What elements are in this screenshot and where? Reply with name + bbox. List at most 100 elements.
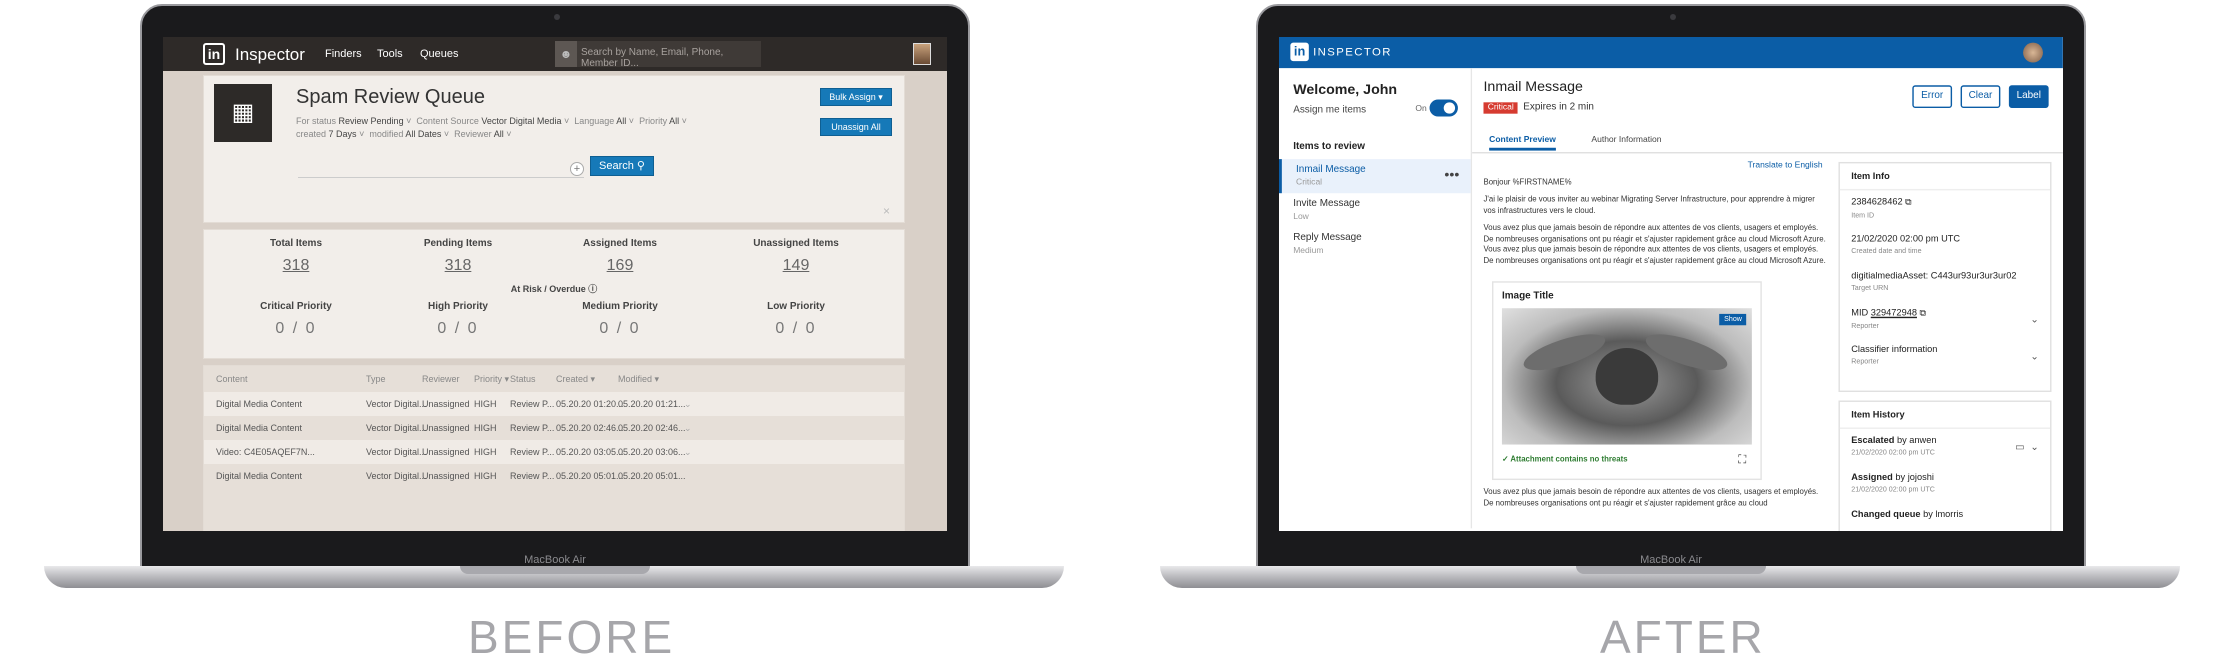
history-user[interactable]: anwen: [1909, 436, 1936, 446]
field-value: 21/02/2020 02:00 pm UTC: [1851, 234, 1961, 245]
cell-created: 05.20.20 05:01...: [556, 471, 624, 481]
app-title: Inspector: [235, 45, 305, 64]
stat-value[interactable]: 318: [226, 257, 366, 275]
nav-finders[interactable]: Finders: [325, 48, 362, 60]
col-priority-label: Priority: [474, 374, 503, 384]
priority-label: Critical Priority: [260, 301, 332, 312]
more-options-icon[interactable]: •••: [1444, 168, 1459, 184]
stat-value[interactable]: 318: [388, 257, 528, 275]
bulk-assign-button[interactable]: Bulk Assign ▾: [820, 88, 892, 106]
filter-created[interactable]: 7 Days: [329, 129, 357, 139]
col-type[interactable]: Type: [366, 374, 386, 384]
nav-queues[interactable]: Queues: [420, 48, 459, 60]
query-input[interactable]: [298, 158, 584, 178]
top-bar: in Inspector Finders Tools Queues ☻ Sear…: [163, 37, 947, 71]
chevron-down-icon[interactable]: ⌄: [684, 423, 692, 434]
close-icon[interactable]: ×: [883, 204, 890, 218]
filter-label: Priority: [639, 116, 668, 126]
stat-value[interactable]: 149: [726, 257, 866, 275]
review-item-priority: Low: [1293, 213, 1309, 222]
filter-language[interactable]: All: [616, 116, 626, 126]
review-item-title: Invite Message: [1293, 198, 1361, 209]
search-input[interactable]: Search by Name, Email, Phone, Member ID.…: [581, 47, 761, 69]
cell-type: Vector Digital...: [366, 471, 427, 481]
user-filter-icon[interactable]: ☻: [555, 41, 577, 67]
filter-status[interactable]: Review Pending: [339, 116, 404, 126]
chevron-down-icon[interactable]: ⌄: [684, 399, 692, 410]
chevron-down-icon[interactable]: ⌄: [2030, 314, 2038, 325]
priority-critical: Critical Priority 0 / 0: [226, 301, 366, 338]
app-title: INSPECTOR: [1313, 45, 1392, 59]
cell-status: Review P...: [510, 399, 555, 409]
filter-label: created: [296, 129, 327, 139]
priority-value: 0 / 0: [775, 320, 817, 337]
unassign-all-button[interactable]: Unassign All: [820, 118, 892, 136]
reporter-link[interactable]: 329472948: [1871, 308, 1917, 318]
search-bar[interactable]: ☻ Search by Name, Email, Phone, Member I…: [555, 41, 761, 69]
cell-priority: HIGH: [474, 447, 497, 457]
tab-author-information[interactable]: Author Information: [1591, 136, 1661, 145]
avatar[interactable]: [2023, 42, 2043, 63]
history-user[interactable]: lmorris: [1935, 510, 1963, 520]
priority-label: Medium Priority: [582, 301, 658, 312]
filter-priority[interactable]: All: [669, 116, 679, 126]
col-modified[interactable]: Modified ▾: [618, 374, 659, 385]
table-row[interactable]: Video: C4E05AQEF7N... Vector Digital... …: [204, 440, 904, 464]
nav-tools[interactable]: Tools: [377, 48, 403, 60]
history-user[interactable]: jojoshi: [1908, 473, 1934, 483]
clear-button[interactable]: Clear: [1960, 85, 2001, 108]
filter-label: Language: [574, 116, 615, 126]
copy-icon[interactable]: ⧉: [1905, 197, 1912, 207]
col-content[interactable]: Content: [216, 374, 248, 384]
table-row[interactable]: Digital Media Content Vector Digital... …: [204, 392, 904, 416]
translate-link[interactable]: Translate to English: [1748, 162, 1823, 171]
col-reviewer[interactable]: Reviewer: [422, 374, 460, 384]
copy-icon[interactable]: ⧉: [1920, 308, 1927, 318]
filter-source[interactable]: Vector Digital Media: [481, 116, 561, 126]
review-item-title: Reply Message: [1293, 232, 1362, 243]
cell-modified: 05.20.20 02:46...: [618, 423, 686, 433]
field-value: Classifier information: [1851, 345, 1938, 356]
show-button[interactable]: Show: [1719, 313, 1747, 326]
col-created[interactable]: Created ▾: [556, 374, 595, 385]
cell-created: 05.20.20 02:46...: [556, 423, 624, 433]
cell-modified: 05.20.20 03:06...: [618, 447, 686, 457]
expand-icon[interactable]: ⛶: [1738, 453, 1746, 467]
tab-content-preview[interactable]: Content Preview: [1489, 136, 1556, 151]
laptop-notch: [460, 566, 650, 574]
comment-icon[interactable]: ▭: [2015, 442, 2024, 453]
info-icon[interactable]: ⓘ: [588, 284, 597, 294]
field-target-urn: digitialmediaAsset: C443ur93ur3ur3ur02 T…: [1851, 271, 2016, 292]
message-paragraph: J'ai le plaisir de vous inviter au webin…: [1483, 196, 1815, 216]
filter-modified[interactable]: All Dates: [405, 129, 441, 139]
filters-line-2[interactable]: created 7 Days ˅ modified All Dates ˅ Re…: [296, 129, 511, 139]
error-button[interactable]: Error: [1912, 85, 1953, 108]
label-button[interactable]: Label: [2008, 85, 2049, 108]
cell-content: Digital Media Content: [216, 471, 303, 481]
search-button[interactable]: Search ⚲: [590, 156, 654, 176]
avatar[interactable]: [913, 43, 931, 65]
review-item-inmail[interactable]: Inmail Message Critical •••: [1279, 159, 1471, 194]
laptop-lid: MacBook Air in INSPECTOR Welcome, John A…: [1256, 4, 2086, 570]
divider: [1839, 427, 2051, 429]
review-item-invite[interactable]: Invite Message Low: [1279, 193, 1471, 227]
filters-line-1[interactable]: For status Review Pending ˅ Content Sour…: [296, 116, 687, 126]
laptop-label: MacBook Air: [524, 554, 586, 566]
chevron-down-icon[interactable]: ⌄: [2030, 351, 2038, 362]
stat-value[interactable]: 169: [550, 257, 690, 275]
priority-label: High Priority: [427, 301, 488, 312]
table-row[interactable]: Digital Media Content Vector Digital... …: [204, 464, 904, 488]
filter-reviewer[interactable]: All: [494, 129, 504, 139]
chevron-down-icon[interactable]: ⌄: [684, 447, 692, 458]
review-item-reply[interactable]: Reply Message Medium: [1279, 227, 1471, 261]
before-caption: BEFORE: [468, 611, 676, 663]
linkedin-logo-icon: in: [1290, 42, 1309, 62]
add-filter-icon[interactable]: +: [570, 162, 584, 176]
col-status[interactable]: Status: [510, 374, 536, 384]
chevron-down-icon[interactable]: ⌄: [2030, 442, 2038, 453]
laptop-label: MacBook Air: [1640, 554, 1702, 566]
assign-toggle[interactable]: [1429, 99, 1458, 117]
col-priority[interactable]: Priority ▾: [474, 374, 509, 385]
cell-content: Video: C4E05AQEF7N...: [216, 447, 315, 457]
table-row[interactable]: Digital Media Content Vector Digital... …: [204, 416, 904, 440]
